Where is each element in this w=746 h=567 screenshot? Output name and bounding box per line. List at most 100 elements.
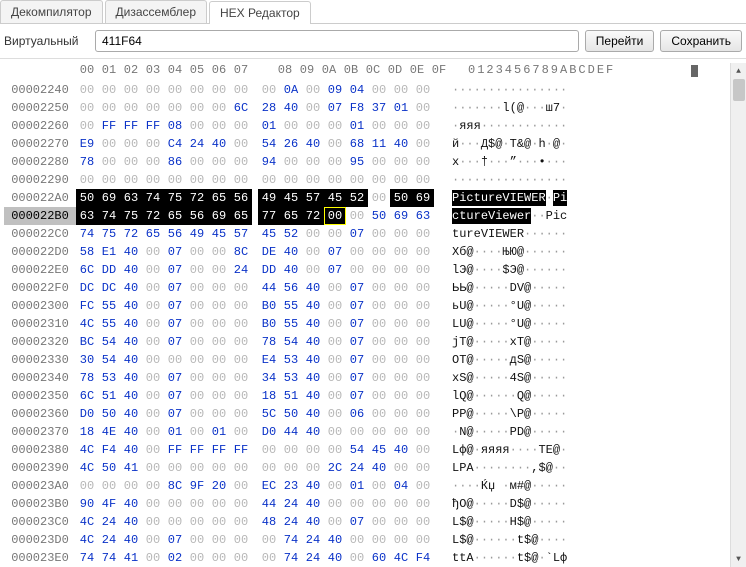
byte-cell[interactable]: 00 — [142, 531, 164, 549]
byte-cell[interactable]: 00 — [412, 351, 434, 369]
byte-cell[interactable]: 50 — [390, 189, 412, 207]
byte-cell[interactable]: 00 — [368, 153, 390, 171]
byte-cell[interactable]: 00 — [412, 243, 434, 261]
byte-cell[interactable]: 01 — [258, 117, 280, 135]
byte-cell[interactable]: 00 — [142, 459, 164, 477]
byte-cell[interactable]: 00 — [98, 81, 120, 99]
byte-cell[interactable]: 40 — [120, 315, 142, 333]
byte-cell[interactable]: 78 — [258, 333, 280, 351]
byte-cell[interactable]: FF — [186, 441, 208, 459]
byte-cell[interactable]: 00 — [412, 531, 434, 549]
byte-cell[interactable]: 00 — [120, 477, 142, 495]
byte-cell[interactable]: 72 — [120, 225, 142, 243]
byte-cell[interactable]: 00 — [412, 495, 434, 513]
byte-cell[interactable]: 00 — [368, 225, 390, 243]
byte-cell[interactable]: 00 — [390, 225, 412, 243]
byte-cell[interactable]: 00 — [230, 297, 252, 315]
byte-cell[interactable]: 07 — [346, 513, 368, 531]
byte-cell[interactable]: 00 — [258, 459, 280, 477]
byte-cell[interactable]: 00 — [280, 153, 302, 171]
byte-cell[interactable]: F4 — [98, 441, 120, 459]
hex-row[interactable]: 000023904C504100000000000000002C24400000… — [4, 459, 730, 477]
byte-cell[interactable]: 74 — [280, 549, 302, 567]
byte-cell[interactable]: 40 — [302, 297, 324, 315]
byte-cell[interactable]: 00 — [302, 153, 324, 171]
byte-cell[interactable]: 00 — [324, 135, 346, 153]
go-button[interactable]: Перейти — [585, 30, 655, 52]
byte-cell[interactable]: 69 — [98, 189, 120, 207]
byte-cell[interactable]: 40 — [302, 513, 324, 531]
byte-cell[interactable]: 49 — [186, 225, 208, 243]
byte-cell[interactable]: 54 — [98, 351, 120, 369]
byte-cell[interactable]: 40 — [120, 513, 142, 531]
byte-cell[interactable]: 00 — [76, 171, 98, 189]
byte-cell[interactable]: 00 — [186, 333, 208, 351]
byte-cell[interactable]: 00 — [164, 513, 186, 531]
byte-cell[interactable]: 00 — [412, 225, 434, 243]
byte-cell[interactable]: 40 — [302, 423, 324, 441]
byte-cell[interactable]: 00 — [186, 369, 208, 387]
byte-cell[interactable]: 00 — [76, 81, 98, 99]
hex-row[interactable]: 000022D058E140000700008CDE40000700000000… — [4, 243, 730, 261]
byte-cell[interactable]: 4F — [98, 495, 120, 513]
byte-cell[interactable]: 01 — [390, 99, 412, 117]
byte-cell[interactable]: 00 — [324, 279, 346, 297]
byte-cell[interactable]: 24 — [98, 513, 120, 531]
byte-cell[interactable]: 07 — [164, 387, 186, 405]
byte-cell[interactable]: 52 — [346, 189, 368, 207]
byte-cell[interactable]: 40 — [280, 243, 302, 261]
byte-cell[interactable]: 00 — [368, 369, 390, 387]
byte-cell[interactable]: 45 — [258, 225, 280, 243]
byte-cell[interactable]: 00 — [186, 279, 208, 297]
byte-cell[interactable]: 63 — [412, 207, 434, 225]
byte-cell[interactable]: 8C — [164, 477, 186, 495]
byte-cell[interactable]: 00 — [390, 117, 412, 135]
byte-cell[interactable]: DC — [76, 279, 98, 297]
byte-cell[interactable]: 56 — [280, 279, 302, 297]
byte-cell[interactable]: 74 — [76, 549, 98, 567]
byte-cell[interactable]: 00 — [208, 549, 230, 567]
byte-cell[interactable]: 40 — [120, 369, 142, 387]
byte-cell[interactable]: 04 — [346, 81, 368, 99]
byte-cell[interactable]: 00 — [324, 513, 346, 531]
byte-cell[interactable]: 00 — [412, 387, 434, 405]
byte-cell[interactable]: 08 — [164, 117, 186, 135]
hex-row[interactable]: 000022A050696374757265564945574552005069… — [4, 189, 730, 207]
byte-cell[interactable]: 00 — [142, 495, 164, 513]
byte-cell[interactable]: E4 — [258, 351, 280, 369]
byte-cell[interactable]: 00 — [390, 459, 412, 477]
byte-cell[interactable]: 00 — [208, 297, 230, 315]
byte-cell[interactable]: 00 — [120, 81, 142, 99]
byte-cell[interactable]: 00 — [302, 441, 324, 459]
byte-cell[interactable]: 65 — [164, 207, 186, 225]
byte-cell[interactable]: 40 — [120, 333, 142, 351]
byte-cell[interactable]: 00 — [208, 531, 230, 549]
byte-cell[interactable]: 00 — [230, 369, 252, 387]
byte-cell[interactable]: 00 — [142, 549, 164, 567]
byte-cell[interactable]: 40 — [302, 333, 324, 351]
byte-cell[interactable]: 24 — [230, 261, 252, 279]
byte-cell[interactable]: 00 — [142, 153, 164, 171]
byte-cell[interactable]: 55 — [280, 315, 302, 333]
hex-row[interactable]: 000023A0000000008C9F2000EC23400001000400… — [4, 477, 730, 495]
byte-cell[interactable]: 65 — [208, 189, 230, 207]
byte-cell[interactable]: 4C — [76, 459, 98, 477]
byte-cell[interactable]: 00 — [186, 81, 208, 99]
byte-cell[interactable]: 00 — [390, 405, 412, 423]
byte-cell[interactable]: 00 — [368, 297, 390, 315]
byte-cell[interactable]: 00 — [208, 351, 230, 369]
byte-cell[interactable]: 00 — [368, 171, 390, 189]
byte-cell[interactable]: 72 — [186, 189, 208, 207]
byte-cell[interactable]: 00 — [368, 333, 390, 351]
byte-cell[interactable]: 55 — [98, 297, 120, 315]
vertical-scrollbar[interactable]: ▲ ▼ — [730, 63, 746, 567]
hex-row[interactable]: 000023B0904F4000000000004424400000000000… — [4, 495, 730, 513]
byte-cell[interactable]: 00 — [186, 387, 208, 405]
hex-row[interactable]: 000022C074757265564945574552000007000000… — [4, 225, 730, 243]
byte-cell[interactable]: 00 — [412, 99, 434, 117]
byte-cell[interactable]: 00 — [390, 333, 412, 351]
byte-cell[interactable]: 90 — [76, 495, 98, 513]
byte-cell[interactable]: F8 — [346, 99, 368, 117]
byte-cell[interactable]: 34 — [258, 369, 280, 387]
ascii-cell[interactable]: LU@·····°U@····· — [452, 315, 567, 333]
